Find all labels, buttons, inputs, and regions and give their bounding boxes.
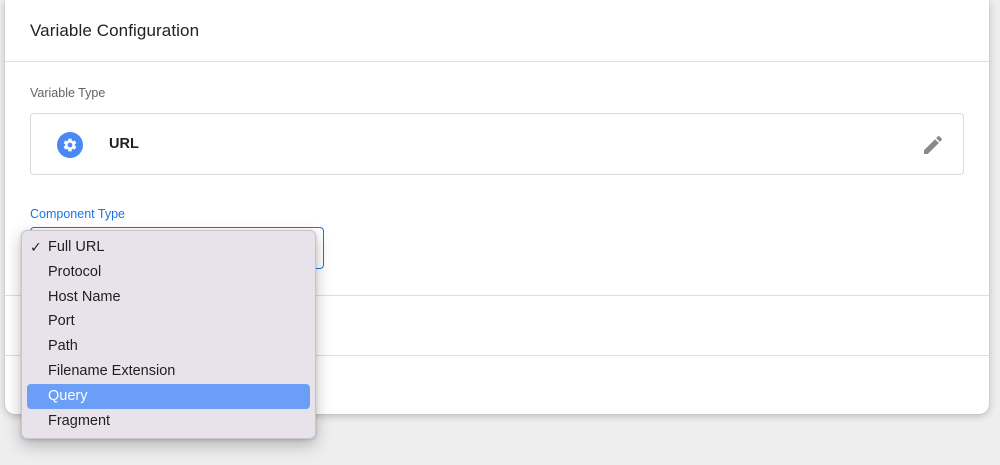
variable-type-box[interactable]: URL [30, 113, 964, 175]
checkmark-icon: ✓ [30, 239, 42, 255]
variable-type-name: URL [109, 136, 139, 152]
card-header: Variable Configuration [5, 0, 989, 62]
menu-option-filename-extension[interactable]: Filename Extension [27, 359, 310, 384]
variable-type-label: Variable Type [30, 86, 106, 100]
menu-option-port[interactable]: Port [27, 309, 310, 334]
menu-option-path[interactable]: Path [27, 334, 310, 359]
option-label: Full URL [48, 239, 105, 255]
menu-option-full-url[interactable]: ✓ Full URL [27, 235, 310, 260]
option-label: Host Name [48, 288, 121, 305]
option-label: Port [48, 313, 75, 330]
pencil-icon[interactable] [921, 133, 945, 157]
component-type-label: Component Type [30, 207, 125, 221]
card-title: Variable Configuration [30, 21, 200, 40]
option-label: Query [48, 387, 88, 404]
menu-option-protocol[interactable]: Protocol [27, 260, 310, 285]
option-label: Fragment [48, 412, 111, 429]
menu-option-fragment[interactable]: Fragment [27, 409, 310, 434]
menu-option-host-name[interactable]: Host Name [27, 285, 310, 310]
option-label: Path [48, 338, 78, 355]
page: Variable Configuration Variable Type URL… [0, 0, 1000, 465]
gear-icon [57, 132, 83, 158]
option-label: Protocol [48, 263, 102, 280]
option-label: Filename Extension [48, 362, 176, 379]
menu-option-query[interactable]: Query [27, 383, 310, 409]
component-type-dropdown-menu: ✓ Full URL Protocol Host Name Port Path F… [21, 230, 316, 439]
